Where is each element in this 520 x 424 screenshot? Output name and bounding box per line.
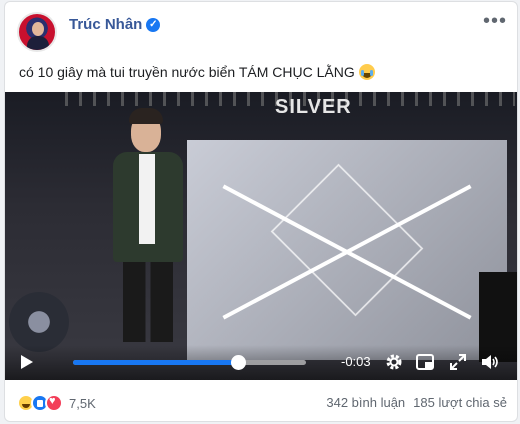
picture-in-picture-icon[interactable] xyxy=(415,352,435,372)
video-progress-knob[interactable] xyxy=(231,355,247,370)
author-name[interactable]: Trúc Nhân xyxy=(69,16,142,33)
post-footer: 7,5K 342 bình luận 185 lượt chia sẻ xyxy=(17,394,507,414)
post-card: Trúc Nhân ✓ ••• có 10 giây mà tui truyền… xyxy=(4,1,518,422)
post-caption: có 10 giây mà tui truyền nước biển TÁM C… xyxy=(19,64,375,80)
verified-badge-icon: ✓ xyxy=(146,17,161,32)
settings-icon[interactable] xyxy=(384,352,404,372)
fullscreen-icon[interactable] xyxy=(448,352,468,372)
video-progress-fill xyxy=(73,360,239,365)
led-light-diamond xyxy=(270,163,424,317)
video-controls: -0:03 xyxy=(5,345,517,380)
crying-face-emoji-icon xyxy=(358,64,375,80)
singer-figure xyxy=(109,104,189,354)
love-reaction-icon xyxy=(45,394,63,412)
stage-light xyxy=(9,292,69,352)
time-remaining: -0:03 xyxy=(341,354,371,369)
author-name-link[interactable]: Trúc Nhân ✓ xyxy=(69,16,161,33)
reaction-count[interactable]: 7,5K xyxy=(69,396,96,411)
play-icon[interactable] xyxy=(21,355,33,369)
caption-text: có 10 giây mà tui truyền nước biển TÁM C… xyxy=(19,64,355,80)
led-screen xyxy=(187,140,507,360)
post-header: Trúc Nhân ✓ ••• xyxy=(17,11,507,52)
more-options-icon[interactable]: ••• xyxy=(483,11,507,31)
volume-icon[interactable] xyxy=(480,352,500,372)
avatar-body xyxy=(27,36,49,50)
video-player[interactable]: SILVER -0:03 xyxy=(5,92,517,380)
reactions-summary[interactable]: 7,5K xyxy=(17,394,96,412)
video-progress-bar[interactable] xyxy=(73,355,306,370)
stage-sign: SILVER xyxy=(275,96,352,118)
avatar-face xyxy=(32,22,44,36)
singer-shirt xyxy=(139,154,155,244)
avatar[interactable] xyxy=(17,12,57,52)
singer-legs xyxy=(123,262,173,342)
singer-hair xyxy=(129,108,163,124)
comments-count[interactable]: 342 bình luận xyxy=(326,395,405,410)
shares-count[interactable]: 185 lượt chia sẻ xyxy=(413,395,507,410)
engagement-stats: 342 bình luận 185 lượt chia sẻ xyxy=(326,395,507,410)
